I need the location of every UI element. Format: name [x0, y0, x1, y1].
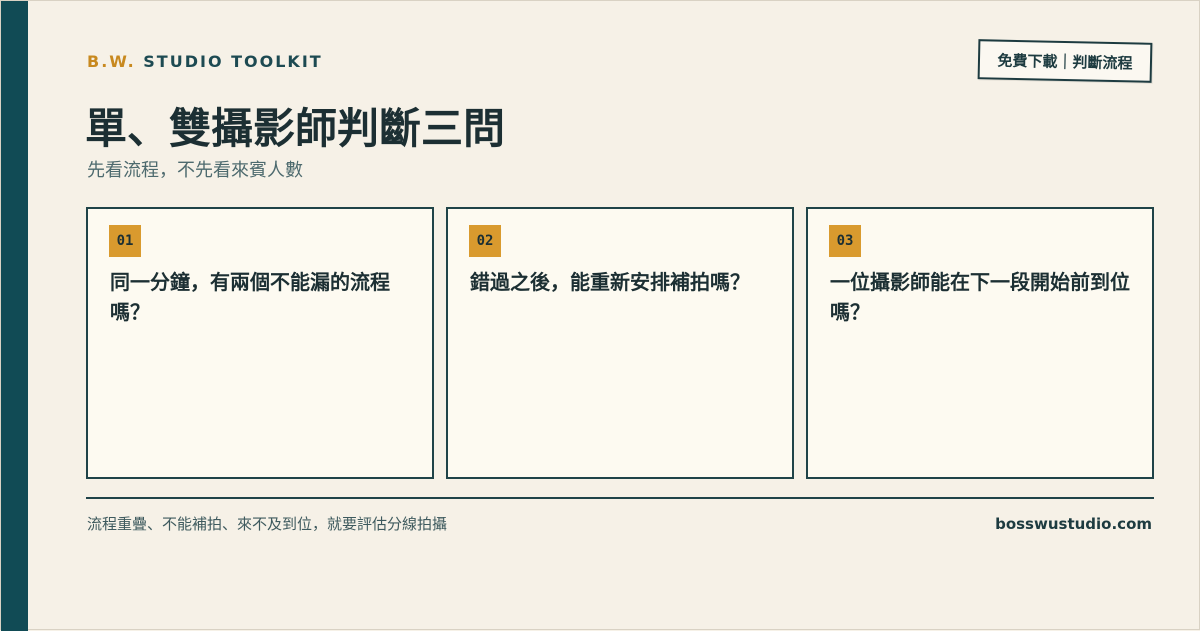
question-number: 01 [109, 225, 141, 257]
site-link[interactable]: bosswustudio.com [995, 513, 1152, 535]
question-cards: 01 同一分鐘，有兩個不能漏的流程嗎？ 02 錯過之後，能重新安排補拍嗎？ 03… [86, 207, 1154, 479]
page: B.W. STUDIO TOOLKIT 免費下載｜判斷流程 單、雙攝影師判斷三問… [0, 0, 1200, 631]
question-card-2: 02 錯過之後，能重新安排補拍嗎？ [446, 207, 794, 479]
side-accent-bar [1, 1, 28, 631]
brand-accent: B.W. [87, 52, 136, 71]
question-text: 同一分鐘，有兩個不能漏的流程嗎？ [110, 270, 390, 324]
question-card-1: 01 同一分鐘，有兩個不能漏的流程嗎？ [86, 207, 434, 479]
question-number: 03 [829, 225, 861, 257]
footer-note: 流程重疊、不能補拍、來不及到位，就要評估分線拍攝 [87, 515, 448, 533]
footer-divider [86, 497, 1154, 499]
question-text: 錯過之後，能重新安排補拍嗎？ [470, 270, 750, 294]
question-number: 02 [469, 225, 501, 257]
question-text: 一位攝影師能在下一段開始前到位嗎？ [830, 270, 1130, 324]
brand-wordmark: B.W. STUDIO TOOLKIT [87, 52, 323, 71]
page-subtitle: 先看流程，不先看來賓人數 [87, 160, 303, 181]
download-badge[interactable]: 免費下載｜判斷流程 [977, 39, 1153, 83]
brand-name: STUDIO TOOLKIT [143, 52, 323, 71]
question-card-3: 03 一位攝影師能在下一段開始前到位嗎？ [806, 207, 1154, 479]
page-title: 單、雙攝影師判斷三問 [85, 104, 506, 153]
